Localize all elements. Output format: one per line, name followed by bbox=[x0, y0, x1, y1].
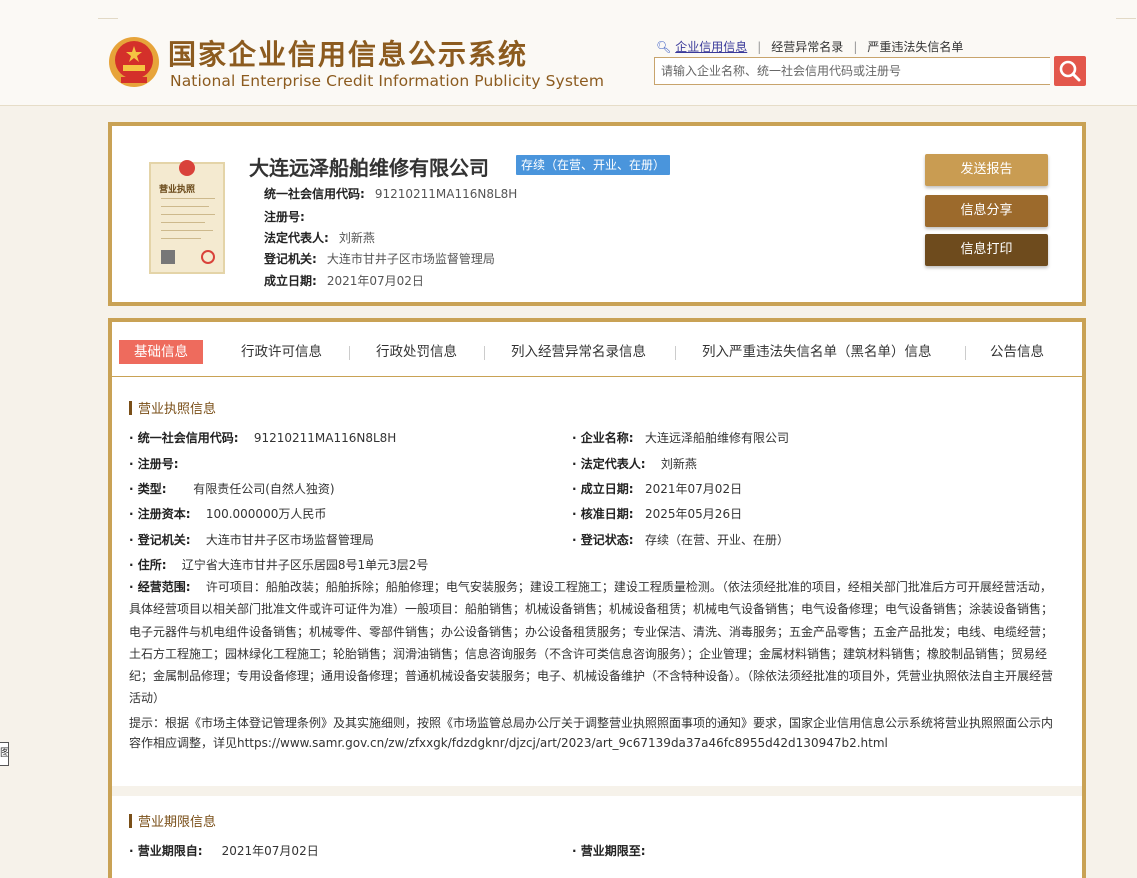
magnifier-icon bbox=[1059, 60, 1081, 82]
field-reg-status: · 登记状态: 存续（在营、开业、在册） bbox=[572, 533, 790, 547]
link-blacklist[interactable]: 严重违法失信名单 bbox=[867, 40, 963, 54]
business-license-image[interactable]: 营业执照 bbox=[149, 160, 225, 274]
license-title: 营业执照 bbox=[159, 185, 196, 195]
header-divider bbox=[98, 18, 118, 19]
field-address: · 住所: 辽宁省大连市甘井子区乐居园8号1单元3层2号 bbox=[129, 558, 429, 572]
field-est-date: · 成立日期: 2021年07月02日 bbox=[572, 482, 743, 496]
notice-tip: 提示：根据《市场主体登记管理条例》及其实施细则，按照《市场监管总局办公厅关于调整… bbox=[129, 716, 1054, 750]
emblem-icon bbox=[179, 160, 195, 176]
tab-blacklist[interactable]: 列入严重违法失信名单（黑名单）信息 bbox=[702, 340, 932, 364]
field-approve-date: · 核准日期: 2025年05月26日 bbox=[572, 507, 743, 521]
national-emblem-icon bbox=[109, 37, 159, 87]
search-input[interactable] bbox=[654, 57, 1050, 85]
tab-announcements[interactable]: 公告信息 bbox=[990, 340, 1044, 364]
authority-row: 登记机关: 大连市甘井子区市场监督管理局 bbox=[264, 252, 495, 266]
business-scope-text: 许可项目：船舶改装；船舶拆除；船舶修理；电气安装服务；建设工程施工；建设工程质量… bbox=[129, 580, 1054, 706]
field-type: · 类型: 有限责任公司(自然人独资) bbox=[129, 482, 335, 496]
tab-bar: 基础信息 行政许可信息 行政处罚信息 列入经营异常名录信息 列入严重违法失信名单… bbox=[112, 326, 1082, 377]
legal-rep-row: 法定代表人: 刘新燕 bbox=[264, 231, 375, 245]
site-title-en: National Enterprise Credit Information P… bbox=[170, 72, 605, 90]
site-title-cn: 国家企业信用信息公示系统 bbox=[168, 38, 529, 71]
info-panel: 基础信息 行政许可信息 行政处罚信息 列入经营异常名录信息 列入严重违法失信名单… bbox=[108, 318, 1086, 878]
side-tag[interactable]: 图 bbox=[0, 742, 9, 766]
share-info-button[interactable]: 信息分享 bbox=[925, 195, 1048, 227]
credit-code-row: 统一社会信用代码: 91210211MA116N8L8H bbox=[264, 187, 518, 201]
search-button[interactable] bbox=[1054, 56, 1086, 86]
link-abnormal-list[interactable]: 经营异常名录 bbox=[771, 40, 843, 54]
field-term-from: · 营业期限自: 2021年07月02日 bbox=[129, 844, 319, 858]
est-date: 2021年07月02日 bbox=[326, 274, 424, 288]
est-date-row: 成立日期: 2021年07月02日 bbox=[264, 274, 424, 288]
section-title-term: 营业期限信息 bbox=[129, 811, 216, 830]
field-credit-code: · 统一社会信用代码: 91210211MA116N8L8H bbox=[129, 431, 397, 445]
field-legal-rep: · 法定代表人: 刘新燕 bbox=[572, 457, 697, 471]
credit-code: 91210211MA116N8L8H bbox=[374, 187, 518, 201]
tab-basic-info[interactable]: 基础信息 bbox=[119, 340, 203, 364]
header-divider bbox=[1116, 18, 1136, 19]
tab-admin-license[interactable]: 行政许可信息 bbox=[241, 340, 322, 364]
section-title-license: 营业执照信息 bbox=[129, 398, 216, 417]
field-capital: · 注册资本: 100.000000万人民币 bbox=[129, 507, 327, 521]
legal-rep: 刘新燕 bbox=[338, 231, 375, 245]
search-icon: 🔍︎ bbox=[656, 40, 672, 54]
field-authority: · 登记机关: 大连市甘井子区市场监督管理局 bbox=[129, 533, 374, 547]
top-links: 🔍︎ 企业信用信息 | 经营异常名录 | 严重违法失信名单 bbox=[656, 40, 964, 54]
site-header: 国家企业信用信息公示系统 National Enterprise Credit … bbox=[0, 0, 1137, 106]
tab-abnormal-list[interactable]: 列入经营异常名录信息 bbox=[511, 340, 646, 364]
tab-admin-penalty[interactable]: 行政处罚信息 bbox=[376, 340, 457, 364]
field-business-scope: · 经营范围: 许可项目：船舶改装；船舶拆除；船舶修理；电气安装服务；建设工程施… bbox=[129, 580, 1054, 706]
field-term-to: · 营业期限至: bbox=[572, 844, 646, 858]
stamp-icon bbox=[201, 250, 215, 264]
company-card: 营业执照 大连远泽船舶维修有限公司 存续（在营、开业、在册） 统一社会信用代码:… bbox=[108, 122, 1086, 306]
reg-no-row: 注册号: bbox=[264, 210, 305, 224]
authority: 大连市甘井子区市场监督管理局 bbox=[326, 252, 495, 266]
field-reg-no: · 注册号: bbox=[129, 457, 179, 471]
company-name: 大连远泽船舶维修有限公司 bbox=[249, 156, 489, 180]
link-credit-info[interactable]: 企业信用信息 bbox=[675, 40, 747, 54]
field-company-name: · 企业名称: 大连远泽船舶维修有限公司 bbox=[572, 431, 790, 445]
search-bar bbox=[654, 56, 1086, 86]
section-gap bbox=[112, 786, 1082, 796]
status-badge: 存续（在营、开业、在册） bbox=[516, 155, 671, 175]
print-info-button[interactable]: 信息打印 bbox=[925, 234, 1048, 266]
qr-code-icon bbox=[161, 250, 175, 264]
send-report-button[interactable]: 发送报告 bbox=[925, 154, 1048, 186]
